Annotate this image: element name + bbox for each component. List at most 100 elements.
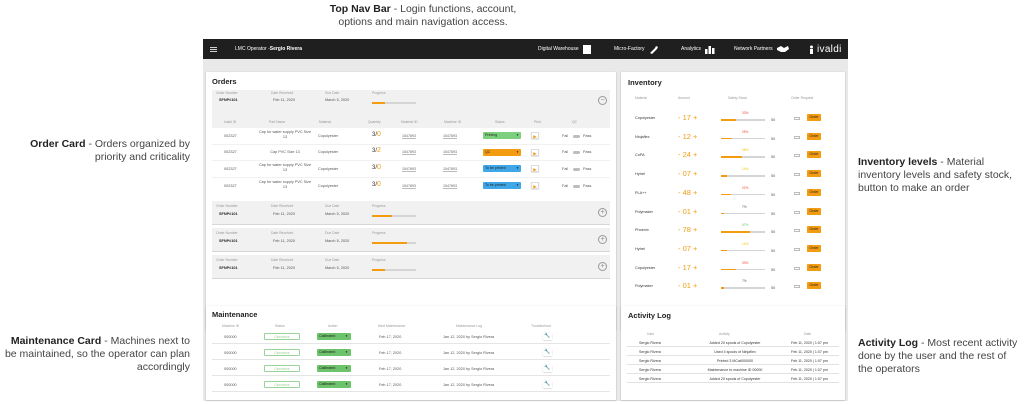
order-button[interactable]: Order <box>807 282 821 290</box>
nav-link-analytics[interactable]: Analytics <box>681 39 716 59</box>
item-status-select[interactable]: To be printed ▼ <box>483 165 521 172</box>
item-material-id[interactable]: 1547893 <box>402 134 416 138</box>
order-block-collapsed[interactable]: Order Number Date Received Due Date Prog… <box>212 255 610 279</box>
safety-stock-bar <box>721 193 765 196</box>
order-quantity-input[interactable] <box>794 229 800 233</box>
inventory-amount-stepper[interactable]: - 17 + <box>678 263 697 272</box>
order-quantity-input[interactable] <box>794 210 800 214</box>
item-status-select[interactable]: QC ▼ <box>483 149 521 156</box>
inventory-amount-stepper[interactable]: - 01 + <box>678 207 697 216</box>
order-quantity-input[interactable] <box>794 117 800 120</box>
activity-text: Added 20 spools of Copolyester <box>709 377 761 381</box>
order-button[interactable]: Order <box>807 132 821 140</box>
quantity-den: 0 <box>377 131 381 138</box>
order-button[interactable]: Order <box>807 244 821 252</box>
next-maintenance: Feb 17, 2020 <box>379 335 402 339</box>
machine-id: 000000 <box>224 335 237 339</box>
inventory-amount-stepper[interactable]: - 07 + <box>678 169 697 178</box>
inventory-header-safety: Safety Stock <box>728 96 748 100</box>
order-quantity-input[interactable] <box>794 247 800 251</box>
hamburger-icon[interactable] <box>210 39 217 59</box>
troubleshoot-wrench-icon[interactable]: 🔧 <box>543 349 552 356</box>
expand-icon[interactable]: + <box>598 235 607 244</box>
machine-status: Operative <box>264 365 300 372</box>
machine-action-select[interactable]: Calibrated ▼ <box>317 333 351 340</box>
order-quantity-input[interactable] <box>794 173 800 177</box>
item-material-id[interactable]: 1547893 <box>402 150 416 154</box>
inventory-amount-stepper[interactable]: - 24 + <box>678 150 697 159</box>
troubleshoot-wrench-icon[interactable]: 🔧 <box>543 333 552 340</box>
nav-link-network-partners[interactable]: Network Partners <box>734 39 789 59</box>
qc-toggle[interactable] <box>573 135 580 138</box>
print-button[interactable]: ▶ <box>531 165 539 172</box>
order-quantity-input[interactable] <box>794 266 800 270</box>
print-button[interactable]: ▶ <box>531 132 539 139</box>
nav-user[interactable]: LMC Operator - Sergio Rivera <box>235 39 302 59</box>
expand-icon[interactable]: + <box>598 262 607 271</box>
order-button[interactable]: Order <box>807 207 821 215</box>
inventory-amount-stepper[interactable]: - 17 + <box>678 113 697 122</box>
nav-link-micro-factory[interactable]: Micro-Factory <box>614 39 659 59</box>
qc-toggle[interactable] <box>573 185 580 188</box>
collapse-icon[interactable]: − <box>598 96 607 105</box>
qc-toggle[interactable] <box>573 168 580 171</box>
item-status-select[interactable]: Printing ▼ <box>483 132 521 139</box>
safety-stock-percent: 7% <box>742 279 747 284</box>
order-block-collapsed[interactable]: Order Number Date Received Due Date Prog… <box>212 228 610 252</box>
due-date-header: Due Date <box>325 91 340 95</box>
safety-stock-max: 50 <box>771 174 776 179</box>
item-header-part: Part Name <box>269 120 286 124</box>
machine-action-select[interactable]: Calibrated ▼ <box>317 349 351 356</box>
brand-logo[interactable]: ivaldi <box>809 39 842 59</box>
order-block-collapsed[interactable]: Order Number Date Received Due Date Prog… <box>212 201 610 225</box>
order-button[interactable]: Order <box>807 170 821 178</box>
order-button[interactable]: Order <box>807 114 821 121</box>
inventory-material: Ninjaflex <box>635 134 650 139</box>
activity-user: Sergio Rivera <box>639 341 661 345</box>
item-header-machine-id: Machine ID <box>444 120 462 124</box>
item-material-id[interactable]: 1547893 <box>402 167 416 171</box>
item-machine-id[interactable]: 1547893 <box>443 184 457 188</box>
expand-icon[interactable]: + <box>598 208 607 217</box>
order-progress-fill <box>372 242 408 244</box>
activity-user: Sergio Rivera <box>639 359 661 363</box>
qc-toggle[interactable] <box>573 151 580 154</box>
machine-action-select[interactable]: Calibrated ▼ <box>317 365 351 372</box>
order-button[interactable]: Order <box>807 263 821 271</box>
order-item-row: 002327 Cap for water supply PVC Size 13 … <box>212 128 610 144</box>
inventory-amount-stepper[interactable]: - 07 + <box>678 244 697 253</box>
nav-link-digital-warehouse[interactable]: Digital Warehouse <box>538 39 591 59</box>
inventory-amount-stepper[interactable]: - 01 + <box>678 281 697 290</box>
inventory-amount-stepper[interactable]: - 78 + <box>678 225 697 234</box>
next-maintenance: Feb 17, 2020 <box>379 383 402 387</box>
annotation-top-nav: Top Nav Bar - Login functions, account, … <box>313 3 533 29</box>
activity-row: Sergio Rivera Added 20 spools of Copolye… <box>627 340 839 347</box>
order-block-expanded[interactable]: Order Number Date Received Due Date Prog… <box>212 90 610 194</box>
troubleshoot-wrench-icon[interactable]: 🔧 <box>543 381 552 388</box>
order-quantity-input[interactable] <box>794 191 800 195</box>
handshake-icon <box>776 46 789 52</box>
safety-stock-fill <box>721 137 732 140</box>
machine-action-select[interactable]: Calibrated ▼ <box>317 381 351 388</box>
order-button[interactable]: Order <box>807 151 821 159</box>
item-machine-id[interactable]: 1547893 <box>443 167 457 171</box>
order-button[interactable]: Order <box>807 226 821 234</box>
order-quantity-input[interactable] <box>794 135 800 139</box>
inventory-amount-stepper[interactable]: - 48 + <box>678 188 697 197</box>
item-machine-id[interactable]: 1547893 <box>443 150 457 154</box>
item-status-select[interactable]: To be printed ▼ <box>483 182 521 189</box>
print-button[interactable]: ▶ <box>531 182 539 189</box>
inventory-amount-stepper[interactable]: - 12 + <box>678 132 697 141</box>
print-button[interactable]: ▶ <box>531 149 539 156</box>
troubleshoot-wrench-icon[interactable]: 🔧 <box>543 365 552 372</box>
order-button[interactable]: Order <box>807 188 821 196</box>
inventory-row: Hytrel - 07 + 14% 50 Order <box>621 242 845 257</box>
status-label: To be printed <box>485 166 506 170</box>
safety-stock-max: 50 <box>771 118 776 122</box>
order-quantity-input[interactable] <box>794 154 800 158</box>
item-material-id[interactable]: 1547893 <box>402 184 416 188</box>
safety-stock-fill <box>721 231 751 233</box>
nav-link-label: Analytics <box>681 46 702 52</box>
order-quantity-input[interactable] <box>794 285 800 289</box>
item-machine-id[interactable]: 1547893 <box>443 134 457 138</box>
